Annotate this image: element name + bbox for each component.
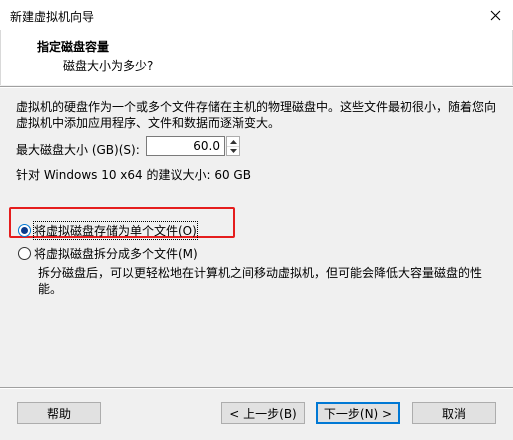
next-button[interactable]: 下一步(N) > xyxy=(316,402,400,424)
window-title: 新建虚拟机向导 xyxy=(10,10,95,24)
cancel-button[interactable]: 取消 xyxy=(412,402,496,424)
wizard-header: 指定磁盘容量 磁盘大小为多少? xyxy=(0,30,513,85)
spin-down-button[interactable] xyxy=(227,146,239,155)
close-icon xyxy=(490,10,500,20)
radio-button-unchecked[interactable] xyxy=(18,247,31,260)
triangle-down-icon xyxy=(229,148,237,153)
radio-split-files[interactable]: 将虚拟磁盘拆分成多个文件(M) xyxy=(18,245,198,262)
title-bar: 新建虚拟机向导 xyxy=(0,0,513,30)
page-title: 指定磁盘容量 xyxy=(37,40,110,54)
back-button[interactable]: < 上一步(B) xyxy=(221,402,305,424)
radio-button-checked[interactable] xyxy=(18,224,31,237)
recommended-size-text: 针对 Windows 10 x64 的建议大小: 60 GB xyxy=(16,168,251,182)
disk-size-input[interactable]: 60.0 xyxy=(146,136,225,156)
close-button[interactable] xyxy=(483,4,507,26)
split-note-text: 拆分磁盘后，可以更轻松地在计算机之间移动虚拟机，但可能会降低大容量磁盘的性能。 xyxy=(38,266,483,296)
triangle-up-icon xyxy=(229,139,237,144)
disk-size-spinner[interactable] xyxy=(226,136,240,156)
radio-split-files-label[interactable]: 将虚拟磁盘拆分成多个文件(M) xyxy=(34,245,198,262)
description-text: 虚拟机的硬盘作为一个或多个文件存储在主机的物理磁盘中。这些文件最初很小，随着您向… xyxy=(16,100,497,130)
disk-size-label: 最大磁盘大小 (GB)(S): xyxy=(16,143,140,157)
page-subtitle: 磁盘大小为多少? xyxy=(63,59,154,73)
help-button[interactable]: 帮助 xyxy=(17,402,101,424)
radio-single-file[interactable]: 将虚拟磁盘存储为单个文件(O) xyxy=(18,221,198,240)
radio-single-file-label[interactable]: 将虚拟磁盘存储为单个文件(O) xyxy=(33,221,198,240)
